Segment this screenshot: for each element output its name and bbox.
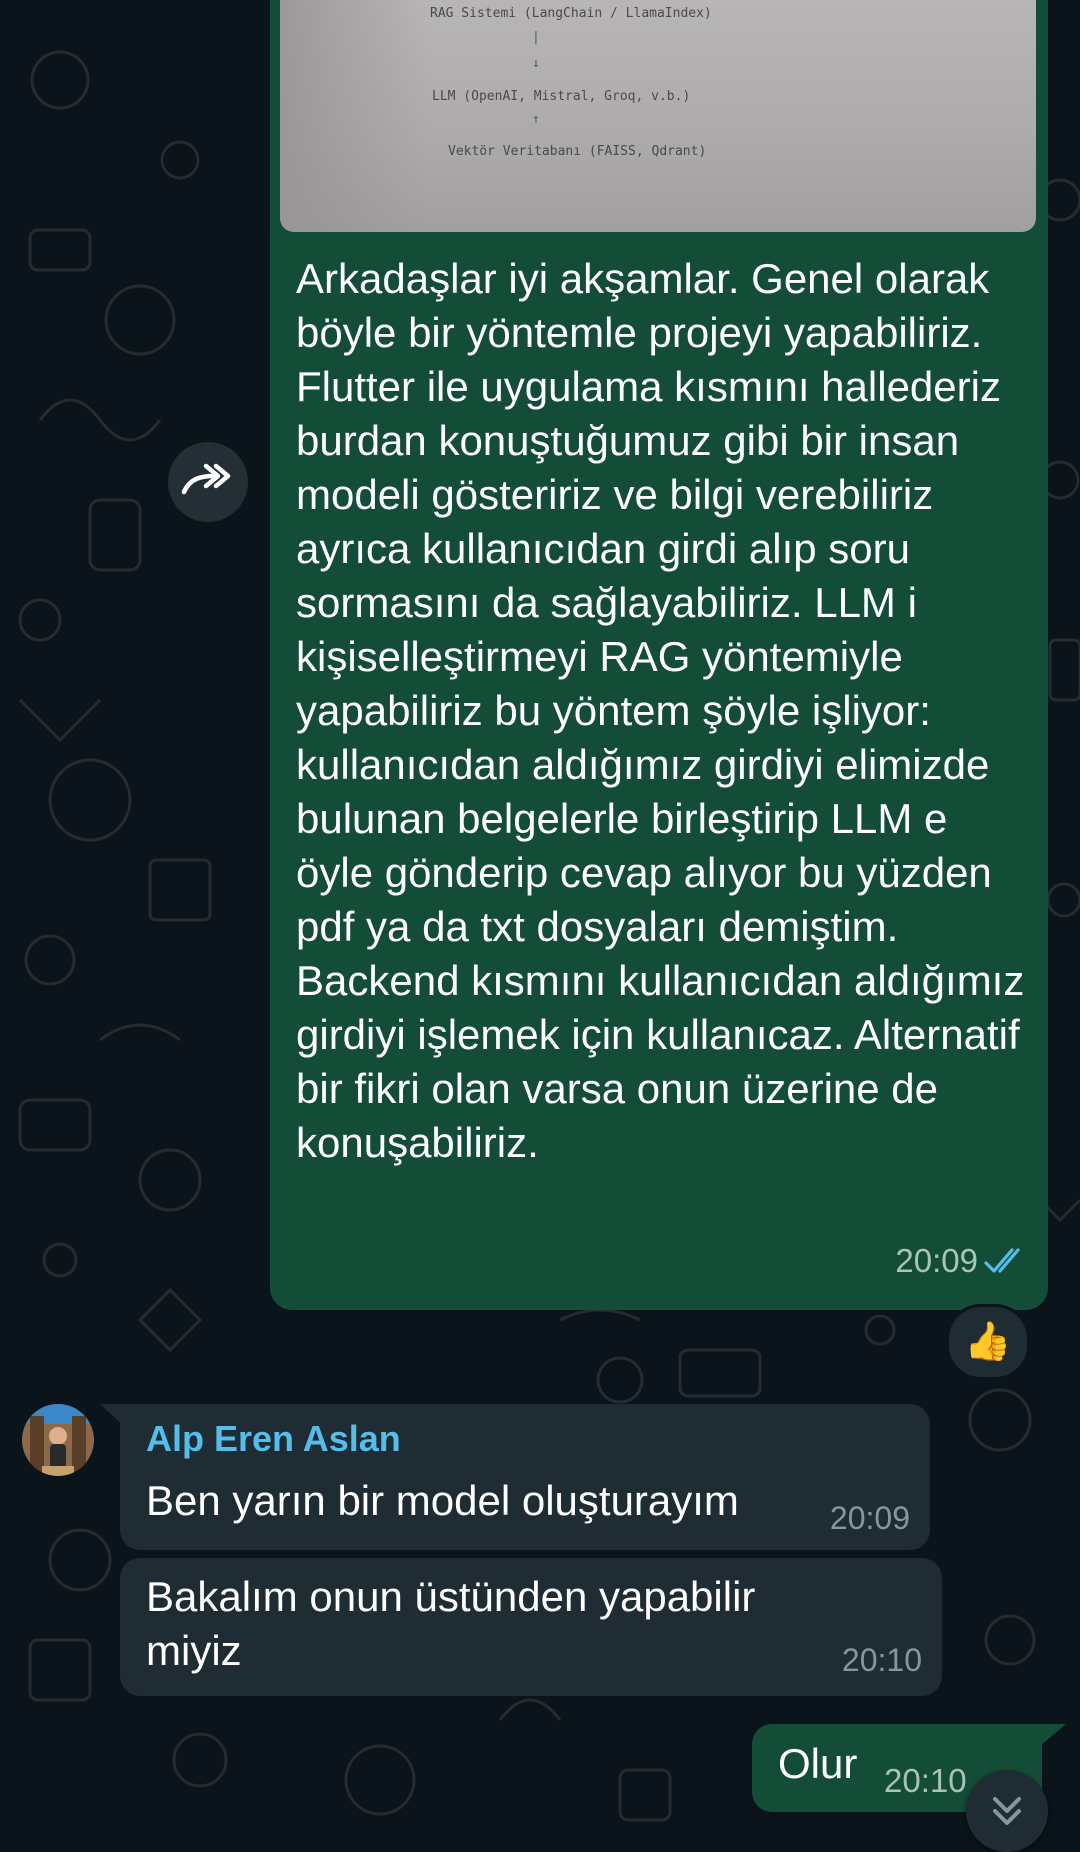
message-meta: 20:09 (895, 1242, 1028, 1280)
forward-button[interactable] (168, 442, 248, 522)
image-text-line: Vektör Veritabanı (FAISS, Qdrant) (448, 144, 707, 159)
incoming-message-bubble[interactable]: Alp Eren Aslan Ben yarın bir model oluşt… (120, 1404, 930, 1550)
sender-name[interactable]: Alp Eren Aslan (146, 1418, 401, 1460)
message-text: Ben yarın bir model oluşturayım (146, 1477, 739, 1524)
image-shadow (280, 0, 430, 232)
scroll-to-bottom-button[interactable] (966, 1770, 1048, 1852)
message-text: Olur (778, 1740, 858, 1787)
image-arrow: ↓ (532, 56, 540, 71)
message-time: 20:09 (829, 1500, 910, 1536)
outgoing-message-bubble[interactable]: RAG Sistemi (LangChain / LlamaIndex) | ↓… (270, 0, 1048, 1310)
avatar-image (22, 1404, 94, 1476)
forward-icon (181, 463, 231, 495)
double-check-read-icon (984, 1248, 1020, 1273)
bubble-tail (1040, 1724, 1066, 1746)
attached-image[interactable]: RAG Sistemi (LangChain / LlamaIndex) | ↓… (280, 0, 1036, 232)
chevrons-down-icon (993, 1797, 1021, 1825)
incoming-message-bubble[interactable]: Bakalım onun üstünden yapabilir miyiz 20… (120, 1558, 942, 1696)
image-arrow: ↑ (532, 112, 540, 127)
message-text: Bakalım onun üstünden yapabilir miyiz (146, 1573, 756, 1674)
image-arrow: | (532, 30, 540, 45)
image-text-line: RAG Sistemi (LangChain / LlamaIndex) (430, 6, 712, 21)
image-text-line: LLM (OpenAI, Mistral, Groq, v.b.) (432, 89, 691, 104)
reaction-badge[interactable]: 👍 (946, 1304, 1030, 1380)
message-time: 20:10 (884, 1762, 967, 1799)
message-text: Arkadaşlar iyi akşamlar. Genel olarak bö… (296, 255, 1025, 1166)
message-time: 20:10 (841, 1642, 922, 1678)
avatar[interactable] (22, 1404, 94, 1476)
message-time: 20:09 (895, 1242, 978, 1279)
thumbs-up-icon: 👍 (964, 1321, 1012, 1363)
chat-area: RAG Sistemi (LangChain / LlamaIndex) | ↓… (0, 0, 1080, 1852)
